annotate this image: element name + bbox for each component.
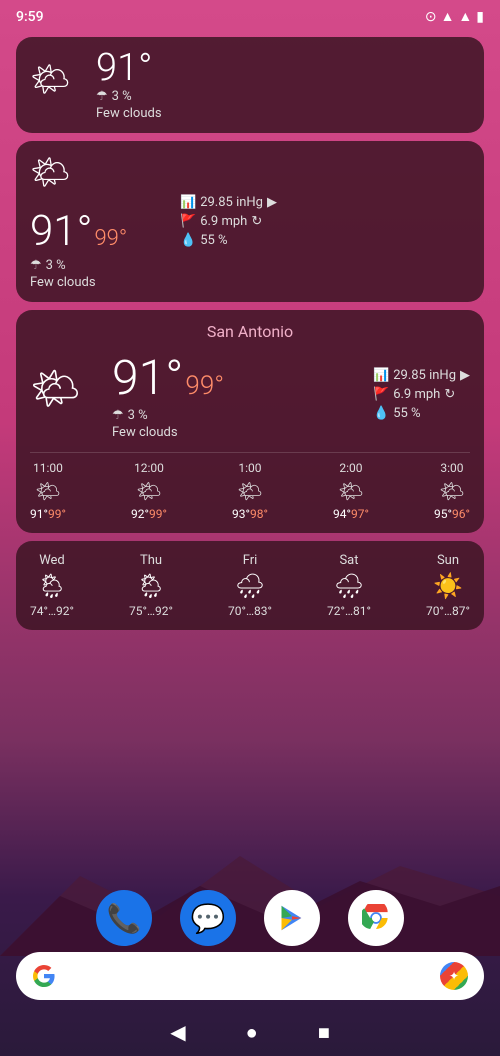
temp-hi-medium: 99° bbox=[94, 226, 127, 251]
status-icons: ⊙ ▲ ▲ ▮ bbox=[425, 8, 484, 25]
pressure-medium: 29.85 inHg bbox=[200, 195, 263, 210]
weather-icon-large: 🌤 bbox=[30, 365, 100, 425]
messages-app-icon[interactable]: 💬 bbox=[180, 890, 236, 946]
pressure-arrow-icon: ▶ bbox=[267, 195, 277, 210]
humidity-medium: 55 % bbox=[200, 233, 227, 248]
day-item-sun: Sun ☀️ 70°…87° bbox=[426, 553, 470, 618]
wind-flag-icon-2: 🚩 bbox=[373, 387, 389, 402]
google-search-bar[interactable]: ✦ bbox=[16, 952, 484, 1000]
rain-pct-small: 3 % bbox=[112, 89, 132, 104]
wind-rotate-icon-2: ↻ bbox=[444, 387, 455, 402]
battery-icon: ▮ bbox=[476, 9, 484, 25]
day-item-fri: Fri 🌧 70°…83° bbox=[228, 553, 272, 618]
google-logo bbox=[32, 964, 56, 988]
nav-bar: ◀ ● ■ bbox=[0, 1008, 500, 1056]
umbrella-icon-1: ☂ bbox=[96, 89, 108, 104]
pressure-large: 29.85 inHg bbox=[393, 368, 456, 383]
rain-pct-large: 3 % bbox=[128, 408, 148, 423]
play-store-svg bbox=[278, 904, 306, 932]
temp-main-large: 91° bbox=[112, 349, 183, 406]
umbrella-icon-3: ☂ bbox=[112, 408, 124, 423]
humidity-icon-2: 💧 bbox=[373, 406, 389, 421]
sun-icon-medium: 🌤 bbox=[30, 153, 71, 191]
weather-widget-small[interactable]: 🌤 91° ☂ 3 % Few clouds bbox=[16, 37, 484, 133]
weather-widget-large[interactable]: San Antonio 🌤 91° 99° ☂ 3 % Few clouds bbox=[16, 310, 484, 533]
circle-icon: ⊙ bbox=[425, 9, 437, 25]
phone-app-icon[interactable]: 📞 bbox=[96, 890, 152, 946]
play-store-app-icon[interactable] bbox=[264, 890, 320, 946]
wind-rotate-icon: ↻ bbox=[251, 214, 262, 229]
home-button[interactable]: ● bbox=[246, 1020, 258, 1045]
temp-small: 91° bbox=[96, 49, 162, 87]
day-item-wed: Wed 🌦 74°…92° bbox=[30, 553, 74, 618]
pressure-arrow-icon-2: ▶ bbox=[460, 368, 470, 383]
condition-medium: Few clouds bbox=[30, 275, 96, 290]
hour-item-0: 11:00 🌤 91°99° bbox=[30, 461, 66, 521]
condition-small: Few clouds bbox=[96, 106, 162, 121]
chrome-app-icon[interactable] bbox=[348, 890, 404, 946]
wind-flag-icon: 🚩 bbox=[180, 214, 196, 229]
day-item-sat: Sat 🌧 72°…81° bbox=[327, 553, 371, 618]
hour-item-3: 2:00 🌤 94°97° bbox=[333, 461, 369, 521]
city-name: San Antonio bbox=[30, 322, 470, 341]
pressure-bars-icon-2: 📊 bbox=[373, 368, 389, 383]
umbrella-icon-2: ☂ bbox=[30, 258, 42, 273]
wind-medium: 6.9 mph bbox=[200, 214, 247, 229]
status-time: 9:59 bbox=[16, 9, 44, 25]
pressure-bars-icon: 📊 bbox=[180, 195, 196, 210]
hour-item-1: 12:00 🌤 92°99° bbox=[131, 461, 167, 521]
chrome-svg bbox=[362, 904, 390, 932]
status-bar: 9:59 ⊙ ▲ ▲ ▮ bbox=[0, 0, 500, 29]
sun-icon-small: 🌤 bbox=[30, 60, 71, 98]
humidity-icon: 💧 bbox=[180, 233, 196, 248]
wind-large: 6.9 mph bbox=[393, 387, 440, 402]
back-button[interactable]: ◀ bbox=[170, 1020, 185, 1044]
temp-main-medium: 91° bbox=[30, 207, 92, 256]
hour-item-2: 1:00 🌤 93°98° bbox=[232, 461, 268, 521]
humidity-large: 55 % bbox=[393, 406, 420, 421]
recents-button[interactable]: ■ bbox=[318, 1020, 330, 1045]
weekly-forecast: Wed 🌦 74°…92° Thu 🌦 75°…92° Fri 🌧 70°…83… bbox=[30, 553, 470, 618]
day-item-thu: Thu 🌦 75°…92° bbox=[129, 553, 173, 618]
weather-widget-medium[interactable]: 🌤 91° 99° ☂ 3 % Few clouds 📊 29.85 inHg … bbox=[16, 141, 484, 302]
hourly-forecast: 11:00 🌤 91°99° 12:00 🌤 92°99° 1:00 🌤 93°… bbox=[30, 452, 470, 521]
condition-large: Few clouds bbox=[112, 425, 224, 440]
wifi-icon: ▲ bbox=[441, 8, 455, 25]
google-assistant-icon[interactable]: ✦ bbox=[440, 962, 468, 990]
temp-hi-large: 99° bbox=[185, 371, 224, 401]
hour-item-4: 3:00 🌤 95°96° bbox=[434, 461, 470, 521]
weather-icon-small: 🌤 bbox=[30, 60, 86, 110]
signal-icon: ▲ bbox=[458, 8, 472, 25]
weather-widget-weekly[interactable]: Wed 🌦 74°…92° Thu 🌦 75°…92° Fri 🌧 70°…83… bbox=[16, 541, 484, 630]
rain-pct-medium: 3 % bbox=[46, 258, 66, 273]
app-dock: 📞 💬 bbox=[0, 890, 500, 946]
sun-icon-large: 🌤 bbox=[30, 365, 81, 412]
